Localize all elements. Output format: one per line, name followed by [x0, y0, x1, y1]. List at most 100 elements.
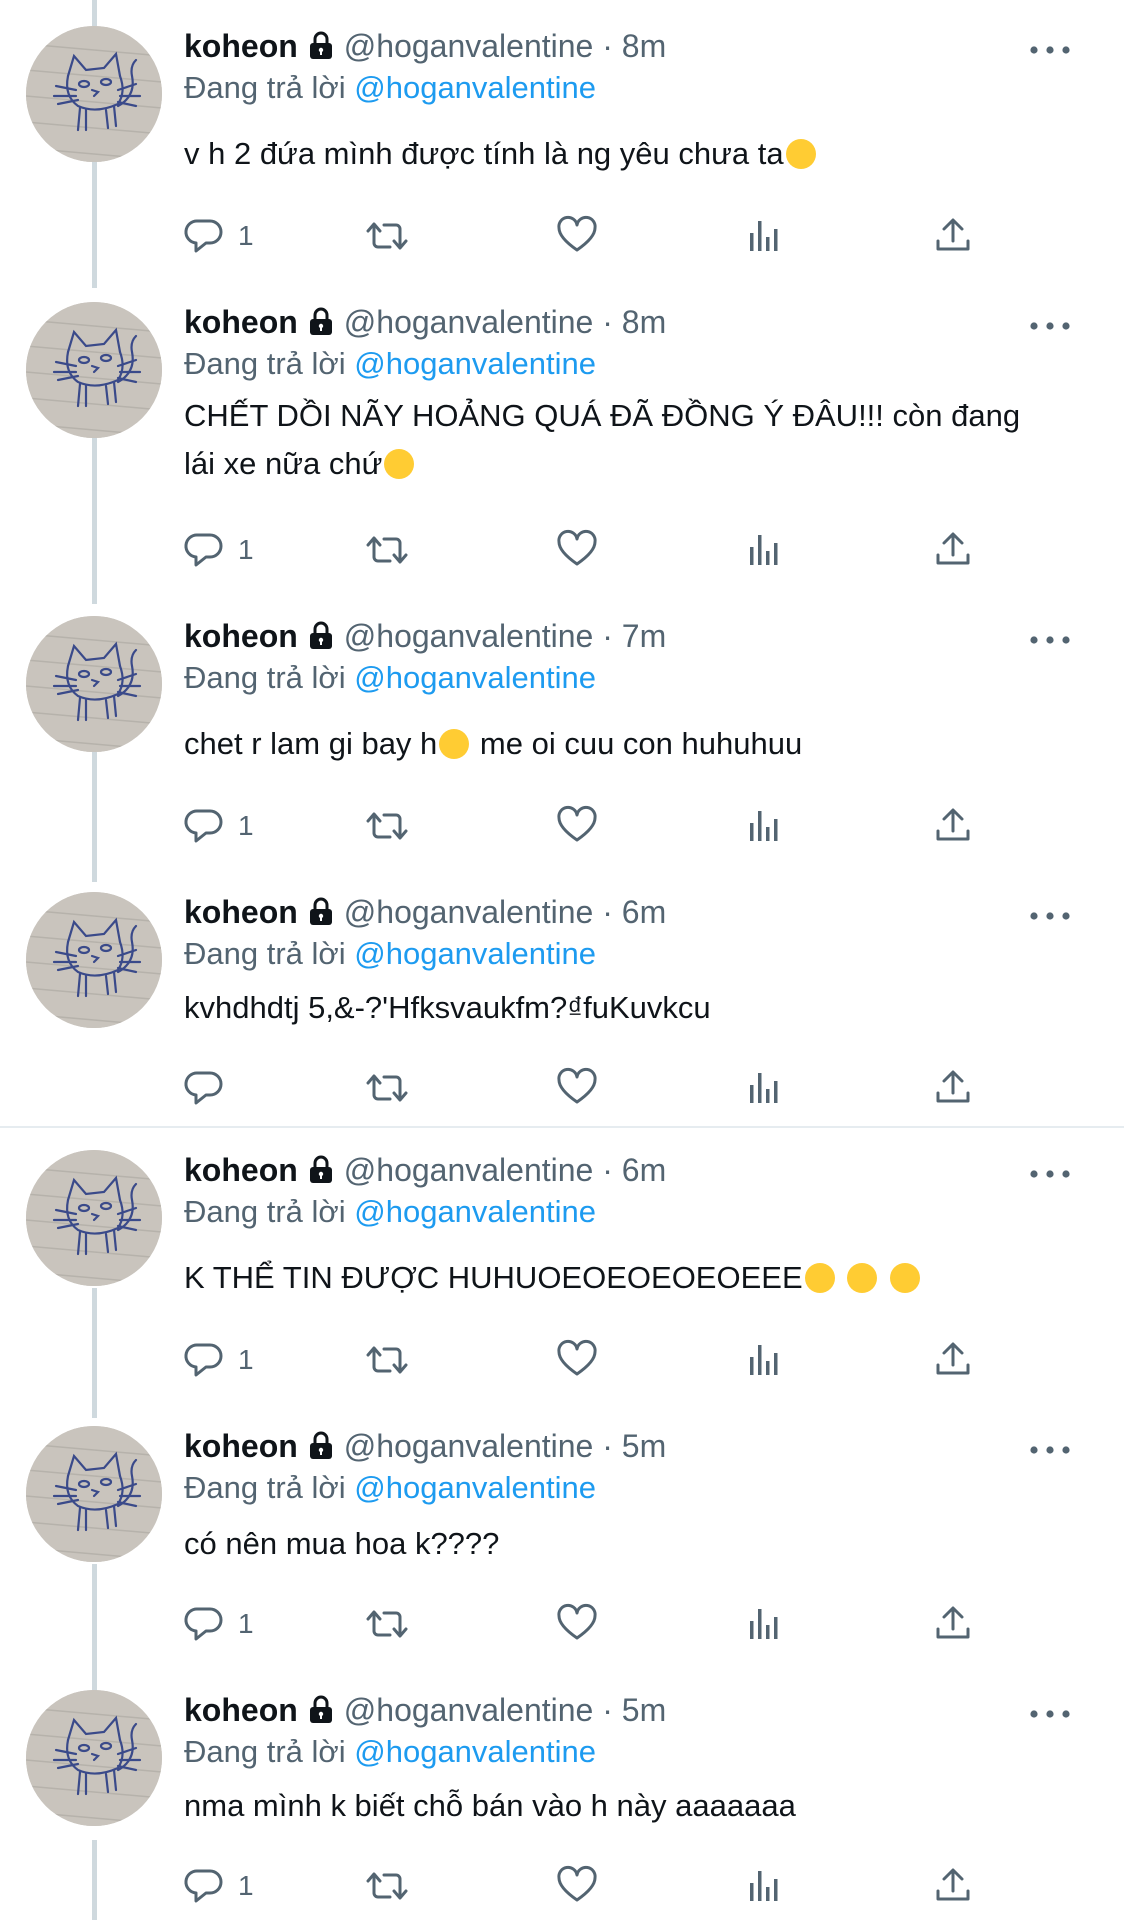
retweet-button[interactable] [366, 210, 408, 262]
timestamp[interactable]: 6m [622, 1152, 666, 1188]
timestamp[interactable]: 6m [622, 894, 666, 930]
reply-button[interactable]: 1 [184, 1860, 254, 1912]
disappointed-face-emoji [384, 449, 415, 479]
timestamp[interactable]: 5m [622, 1692, 666, 1728]
display-name[interactable]: koheon [184, 618, 298, 654]
retweet-button[interactable] [366, 524, 408, 576]
handle[interactable]: @hoganvalentine [344, 304, 594, 340]
tweet-text-part: me oi cuu con huhuhuu [471, 726, 803, 761]
like-icon [557, 805, 597, 842]
like-icon [557, 1067, 597, 1104]
retweet-button[interactable] [366, 1062, 408, 1114]
reply-icon [184, 1071, 223, 1105]
reply-prefix: Đang trả lời [184, 1470, 346, 1505]
avatar[interactable] [26, 1150, 162, 1286]
reply-button[interactable]: 1 [184, 210, 254, 262]
share-button[interactable] [932, 210, 974, 262]
more-icon[interactable] [1022, 1432, 1078, 1468]
like-button[interactable] [556, 1062, 598, 1114]
handle[interactable]: @hoganvalentine [344, 894, 594, 930]
share-button[interactable] [932, 524, 974, 576]
reply-prefix: Đang trả lời [184, 70, 346, 105]
like-button[interactable] [556, 524, 598, 576]
reply-mention[interactable]: @hoganvalentine [354, 1194, 596, 1229]
reply-button[interactable]: 1 [184, 800, 254, 852]
handle[interactable]: @hoganvalentine [344, 28, 594, 64]
retweet-button[interactable] [366, 1334, 408, 1386]
tweet-text-content: nma mình k biết chỗ bán vào h này aaaaaa… [184, 1788, 796, 1823]
avatar[interactable] [26, 26, 162, 162]
retweet-button[interactable] [366, 1860, 408, 1912]
more-icon[interactable] [1022, 32, 1078, 68]
handle[interactable]: @hoganvalentine [344, 1152, 594, 1188]
analytics-button[interactable] [744, 1334, 786, 1386]
reply-mention[interactable]: @hoganvalentine [354, 70, 596, 105]
share-button[interactable] [932, 800, 974, 852]
timestamp[interactable]: 8m [622, 28, 666, 64]
timestamp[interactable]: 8m [622, 304, 666, 340]
tweet-actions: 1 [184, 1334, 984, 1386]
like-button[interactable] [556, 1334, 598, 1386]
share-button[interactable] [932, 1598, 974, 1650]
like-button[interactable] [556, 800, 598, 852]
tweet-actions: 1 [184, 1860, 984, 1912]
analytics-button[interactable] [744, 1598, 786, 1650]
avatar[interactable] [26, 302, 162, 438]
avatar[interactable] [26, 1690, 162, 1826]
reply-mention[interactable]: @hoganvalentine [354, 1734, 596, 1769]
thread-separator [0, 1126, 1124, 1128]
analytics-button[interactable] [744, 1062, 786, 1114]
avatar[interactable] [26, 1426, 162, 1562]
reply-button[interactable]: 1 [184, 524, 254, 576]
tweet-header: koheon @hoganvalentine · 5m [184, 1424, 666, 1468]
reply-button[interactable]: 1 [184, 1334, 254, 1386]
reply-mention[interactable]: @hoganvalentine [354, 346, 596, 381]
like-button[interactable] [556, 1598, 598, 1650]
more-icon[interactable] [1022, 898, 1078, 934]
share-button[interactable] [932, 1860, 974, 1912]
reply-mention[interactable]: @hoganvalentine [354, 936, 596, 971]
display-name[interactable]: koheon [184, 1692, 298, 1728]
share-button[interactable] [932, 1334, 974, 1386]
reply-count: 1 [238, 1344, 254, 1375]
tweet-text-content: K THỂ TIN ĐƯỢC HUHUOEOEOEOEOEEE [184, 1260, 803, 1295]
display-name[interactable]: koheon [184, 1152, 298, 1188]
tweet-actions: 1 [184, 800, 984, 852]
share-button[interactable] [932, 1062, 974, 1114]
reply-mention[interactable]: @hoganvalentine [354, 1470, 596, 1505]
timestamp[interactable]: 7m [622, 618, 666, 654]
display-name[interactable]: koheon [184, 28, 298, 64]
more-icon[interactable] [1022, 308, 1078, 344]
retweet-button[interactable] [366, 1598, 408, 1650]
avatar[interactable] [26, 616, 162, 752]
handle[interactable]: @hoganvalentine [344, 618, 594, 654]
reply-icon [184, 1343, 223, 1377]
lock-icon [308, 897, 334, 927]
reply-button[interactable]: 1 [184, 1598, 254, 1650]
share-icon [936, 1070, 970, 1103]
more-icon[interactable] [1022, 622, 1078, 658]
like-button[interactable] [556, 1860, 598, 1912]
more-icon[interactable] [1022, 1156, 1078, 1192]
retweet-icon [366, 1346, 408, 1374]
display-name[interactable]: koheon [184, 1428, 298, 1464]
more-icon[interactable] [1022, 1696, 1078, 1732]
share-icon [936, 218, 970, 251]
handle[interactable]: @hoganvalentine [344, 1428, 594, 1464]
reply-context: Đang trả lời @hoganvalentine [184, 1466, 596, 1510]
like-icon [557, 1865, 597, 1902]
analytics-button[interactable] [744, 800, 786, 852]
reply-mention[interactable]: @hoganvalentine [354, 660, 596, 695]
display-name[interactable]: koheon [184, 304, 298, 340]
display-name[interactable]: koheon [184, 894, 298, 930]
like-button[interactable] [556, 210, 598, 262]
lock-icon [308, 307, 334, 337]
analytics-button[interactable] [744, 210, 786, 262]
handle[interactable]: @hoganvalentine [344, 1692, 594, 1728]
avatar[interactable] [26, 892, 162, 1028]
reply-button[interactable] [184, 1062, 238, 1114]
analytics-button[interactable] [744, 524, 786, 576]
retweet-button[interactable] [366, 800, 408, 852]
timestamp[interactable]: 5m [622, 1428, 666, 1464]
analytics-button[interactable] [744, 1860, 786, 1912]
